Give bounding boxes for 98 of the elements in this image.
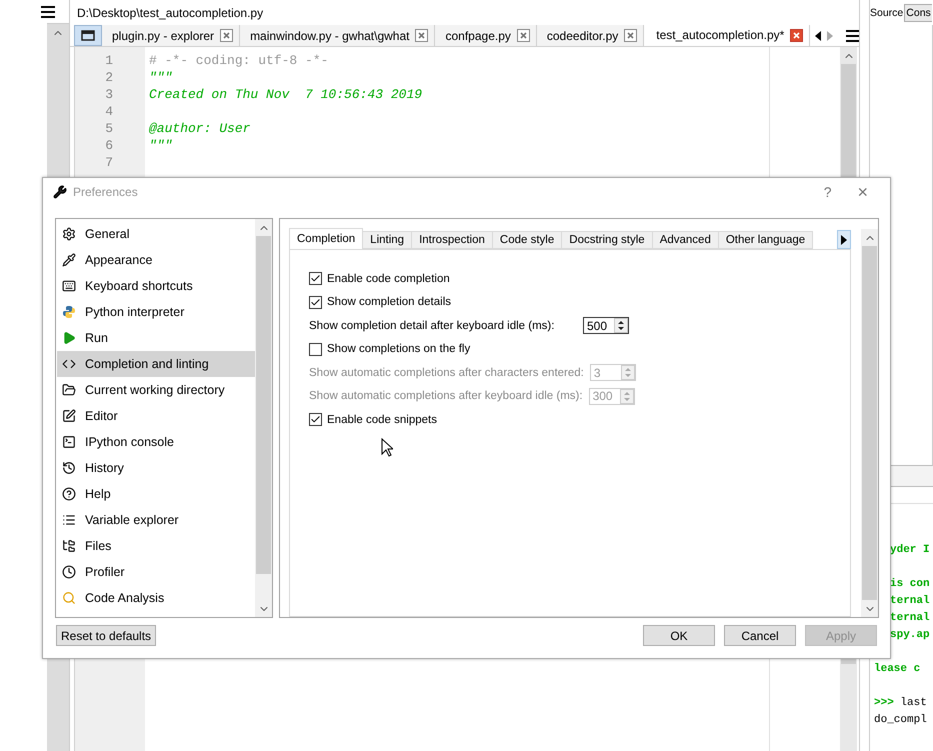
page-item[interactable]: Variable explorer [57, 507, 255, 533]
page-item[interactable]: Help [57, 481, 255, 507]
list-icon [62, 513, 76, 527]
editor-tab[interactable]: mainwindow.py - gwhat\gwhat [240, 25, 436, 46]
settings-tab[interactable]: Advanced [652, 231, 719, 249]
source-select[interactable]: Cons [904, 4, 932, 22]
line-number: 6 [104, 138, 114, 155]
page-item[interactable]: Run [57, 325, 255, 351]
history-icon [62, 461, 76, 475]
console-line: ternal [890, 611, 930, 626]
page-item[interactable]: Profiler [57, 559, 255, 585]
terminal-icon [62, 435, 76, 449]
python-icon [62, 305, 76, 319]
folder-icon [62, 383, 76, 397]
console-line: ternal [890, 594, 930, 609]
file-tree-icon [62, 539, 76, 553]
gears-icon [62, 227, 76, 241]
help-icon [62, 487, 76, 501]
window-icon [81, 30, 95, 41]
play-icon [62, 331, 76, 345]
option-label: Show completion detail after keyboard idle (ms): [309, 320, 556, 332]
scrollbar[interactable] [861, 229, 878, 617]
page-item[interactable]: Editor [57, 403, 255, 429]
code-check-icon [62, 357, 76, 371]
option-label: Show automatic completions after characters entered: [309, 366, 584, 379]
source-label: Source [870, 6, 904, 18]
menu-icon[interactable] [846, 30, 859, 42]
line-number: 2 [104, 70, 114, 87]
close-icon[interactable] [624, 29, 638, 42]
code-line: """ [149, 138, 174, 155]
checkbox[interactable] [309, 296, 322, 309]
line-number: 1 [104, 53, 114, 70]
magnifier-icon [62, 591, 76, 605]
settings-tab[interactable]: Other language [718, 231, 814, 249]
menu-icon[interactable] [41, 6, 55, 18]
dialog-button[interactable]: Cancel [724, 625, 796, 646]
page-item[interactable]: Keyboard shortcuts [57, 273, 255, 299]
checkbox-label: Show completion details [327, 296, 452, 308]
settings-tab[interactable]: Linting [362, 231, 412, 249]
close-button[interactable]: × [847, 182, 878, 202]
clock-icon [62, 565, 76, 579]
editor-tab[interactable]: codeeditor.py [536, 25, 644, 46]
page-item[interactable]: Python interpreter [57, 299, 255, 325]
close-icon[interactable] [516, 29, 530, 42]
console-line: is con [890, 577, 930, 592]
page-item[interactable]: IPython console [57, 429, 255, 455]
spin-box[interactable]: 500 [583, 317, 629, 334]
checkbox[interactable] [309, 413, 322, 426]
settings-tab[interactable]: Docstring style [561, 231, 653, 249]
checkbox-label: Enable code snippets [327, 414, 437, 426]
line-number: 3 [104, 87, 114, 104]
dock-button[interactable] [74, 25, 102, 46]
code-line: # -*- coding: utf-8 -*- [149, 53, 330, 70]
pipette-icon [62, 253, 76, 267]
dialog-title: Preferences [73, 185, 139, 199]
scroll-left-icon[interactable] [814, 30, 822, 40]
console-line: yder I [890, 543, 930, 558]
checkbox-label: Enable code completion [327, 272, 450, 285]
console-line: lease c [874, 662, 920, 677]
page-item[interactable]: Code Analysis [57, 585, 255, 611]
pointer-icon [381, 438, 393, 457]
close-icon[interactable] [415, 29, 428, 42]
page-item[interactable]: Current working directory [57, 377, 255, 403]
settings-tab[interactable]: Completion [289, 228, 364, 249]
console-line: >>> last [874, 696, 927, 711]
code-line: """ [149, 70, 174, 87]
page-item[interactable]: History [57, 455, 255, 481]
arrow-right-icon [841, 234, 847, 244]
line-number: 4 [104, 104, 114, 121]
editor-tab[interactable]: confpage.py [435, 25, 537, 46]
reset-button[interactable]: Reset to defaults [56, 625, 156, 646]
tab-scroll-button[interactable] [837, 230, 851, 249]
close-icon[interactable] [790, 28, 804, 42]
settings-tab[interactable]: Code style [492, 231, 562, 249]
wrench-icon [53, 185, 67, 199]
console-line: do_compl [874, 713, 927, 728]
line-number: 7 [104, 155, 114, 172]
page-item[interactable]: Appearance [57, 247, 255, 273]
code-line: @author: User [149, 121, 252, 138]
checkbox[interactable] [309, 342, 322, 356]
dialog-button[interactable]: OK [643, 625, 715, 646]
code-line: Created on Thu Nov 7 10:56:43 2019 [149, 87, 424, 104]
page-item[interactable]: General [57, 221, 255, 247]
editor-tab[interactable]: plugin.py - explorer [102, 25, 240, 46]
console-line: spy.ap [890, 628, 930, 643]
edit-icon [62, 409, 76, 423]
keyboard-icon [62, 279, 76, 293]
page-item[interactable]: Completion and linting [57, 351, 255, 377]
option-label: Show automatic completions after keyboard idle (ms): [309, 390, 583, 402]
close-icon[interactable] [220, 29, 234, 42]
checkbox-label: Show completions on the fly [327, 343, 470, 356]
settings-tab[interactable]: Introspection [411, 231, 493, 249]
page-item[interactable]: Files [57, 533, 255, 559]
checkbox[interactable] [309, 272, 322, 286]
file-path: D:\Desktop\test_autocompletion.py [76, 4, 264, 22]
scrollbar[interactable] [255, 219, 272, 617]
line-number: 5 [104, 121, 114, 138]
help-button[interactable]: ? [814, 184, 842, 200]
